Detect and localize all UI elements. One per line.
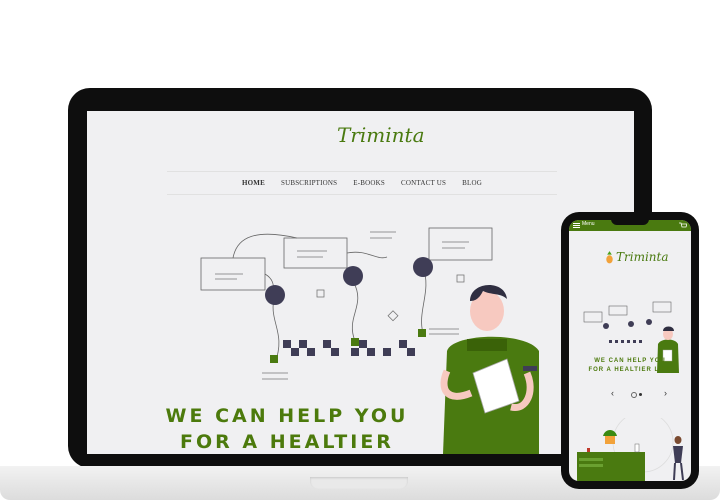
person-illustration: [440, 284, 539, 454]
phone-hero-line2: FOR A HEALTIER LIFE: [588, 367, 672, 373]
diagram-card: [283, 237, 348, 269]
diagram-card: [428, 227, 493, 261]
diagram-node: [413, 257, 433, 277]
phone-hero-line1: WE CAN HELP YOU: [594, 358, 666, 364]
diagram-node: [265, 285, 285, 305]
pineapple-icon: [606, 251, 613, 264]
hero-heading-line2: FOR A HEALTIER LIFE: [180, 431, 394, 454]
phone-screen: Menu Triminta WE CAN HELP YOU FOR A HEAL…: [569, 220, 691, 481]
slider-dot[interactable]: [631, 392, 637, 398]
phone-lower-illustration: [577, 418, 684, 481]
laptop-hinge-notch: [310, 477, 408, 489]
menu-label[interactable]: Menu: [582, 221, 595, 227]
slider-next-arrow[interactable]: ›: [664, 388, 667, 398]
laptop-screen: Triminta HOME SUBSCRIPTIONS E-BOOKS CONT…: [87, 111, 634, 454]
phone-brand-logo[interactable]: Triminta: [605, 250, 669, 264]
phone-notch: [611, 219, 649, 225]
diagram-node: [343, 266, 363, 286]
slider-dot[interactable]: [639, 393, 642, 396]
hero-heading-line1: WE CAN HELP YOU: [165, 405, 409, 427]
menu-icon[interactable]: [573, 223, 580, 228]
cart-icon[interactable]: [679, 222, 687, 229]
slider-prev-arrow[interactable]: ‹: [611, 388, 614, 398]
hero-illustration: [200, 227, 539, 454]
phone-brand-name: Triminta: [616, 250, 669, 264]
